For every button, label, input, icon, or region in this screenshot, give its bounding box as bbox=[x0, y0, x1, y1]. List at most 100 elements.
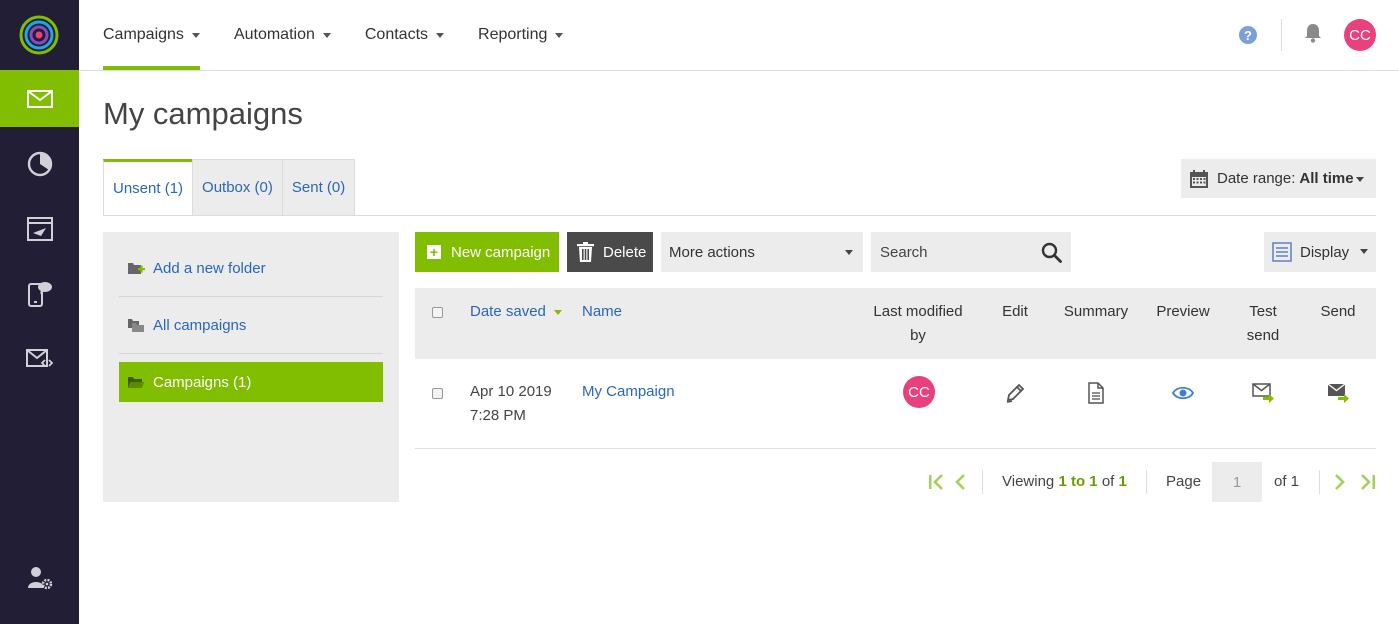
select-all-checkbox[interactable] bbox=[432, 307, 443, 318]
column-label: Test bbox=[1249, 303, 1277, 320]
folder-divider bbox=[119, 353, 383, 354]
first-page-icon[interactable] bbox=[928, 473, 946, 491]
search-icon[interactable] bbox=[1041, 242, 1062, 263]
column-edit: Edit bbox=[1002, 303, 1028, 320]
envelope-icon bbox=[26, 89, 53, 108]
column-date-saved[interactable]: Date saved bbox=[470, 300, 562, 324]
column-label: Last modified bbox=[873, 303, 963, 320]
delete-label: Delete bbox=[603, 243, 647, 261]
edit-pencil-icon[interactable] bbox=[1004, 382, 1026, 404]
menu-automation[interactable]: Automation bbox=[234, 0, 331, 70]
tabs-divider bbox=[103, 215, 1376, 216]
date-range-value: All time bbox=[1299, 170, 1354, 187]
viewing-total: 1 bbox=[1118, 473, 1127, 490]
row-campaign-name[interactable]: My Campaign bbox=[582, 380, 675, 404]
top-right-controls: ? CC bbox=[1239, 0, 1376, 70]
column-last-modified: Last modified by bbox=[863, 300, 973, 348]
folder-item-campaigns[interactable]: Campaigns (1) bbox=[119, 362, 383, 402]
app-logo-icon[interactable] bbox=[19, 15, 59, 55]
last-page-icon[interactable] bbox=[1358, 473, 1376, 491]
rail-item-reporting[interactable] bbox=[0, 135, 79, 192]
pagination-divider bbox=[982, 470, 983, 494]
top-bar: Campaigns Automation Contacts Reporting … bbox=[79, 0, 1399, 71]
display-label: Display bbox=[1300, 243, 1350, 261]
folder-open-icon bbox=[128, 377, 144, 388]
list-view-icon bbox=[1272, 242, 1292, 262]
more-actions-dropdown[interactable]: More actions bbox=[661, 232, 863, 272]
search-input[interactable] bbox=[871, 243, 1031, 261]
summary-document-icon[interactable] bbox=[1087, 382, 1105, 404]
menu-label: Contacts bbox=[364, 26, 429, 43]
help-icon[interactable]: ? bbox=[1239, 26, 1257, 44]
column-name[interactable]: Name bbox=[582, 300, 622, 324]
menu-label: Automation bbox=[233, 26, 315, 43]
menu-label: Reporting bbox=[478, 26, 548, 43]
notifications-bell-icon[interactable] bbox=[1304, 23, 1322, 48]
menu-contacts[interactable]: Contacts bbox=[364, 0, 445, 70]
next-page-icon[interactable] bbox=[1333, 473, 1347, 491]
table-header: Date saved Name Last modified by Edit Sum… bbox=[415, 288, 1376, 359]
user-settings-icon bbox=[27, 566, 52, 589]
page-title: My campaigns bbox=[103, 96, 303, 131]
menu-label: Campaigns bbox=[103, 26, 184, 43]
column-summary: Summary bbox=[1063, 303, 1129, 320]
previous-page-icon[interactable] bbox=[953, 473, 967, 491]
user-avatar[interactable]: CC bbox=[1344, 19, 1376, 51]
top-nav: Campaigns Automation Contacts Reporting bbox=[103, 0, 597, 70]
page-total: of 1 bbox=[1274, 473, 1300, 490]
tab-outbox[interactable]: Outbox (0) bbox=[192, 159, 283, 216]
chevron-down-icon bbox=[845, 250, 853, 255]
menu-campaigns[interactable]: Campaigns bbox=[103, 0, 200, 70]
menu-reporting[interactable]: Reporting bbox=[478, 0, 564, 70]
chevron-down-icon bbox=[191, 32, 200, 38]
add-folder-icon bbox=[128, 263, 145, 274]
row-date: Apr 10 2019 7:28 PM bbox=[470, 380, 552, 428]
viewing-to: 1 bbox=[1089, 473, 1098, 490]
trash-icon bbox=[577, 242, 594, 262]
rail-item-user-settings[interactable] bbox=[0, 549, 79, 606]
rail-item-sms[interactable] bbox=[0, 265, 79, 322]
column-send: Send bbox=[1320, 303, 1356, 320]
left-rail bbox=[0, 0, 79, 624]
viewing-to-label: to bbox=[1070, 473, 1086, 490]
pagination-divider bbox=[1146, 470, 1147, 494]
column-label: Date saved bbox=[470, 303, 546, 320]
automation-window-icon bbox=[26, 216, 53, 241]
tab-sent[interactable]: Sent (0) bbox=[281, 159, 356, 216]
viewing-range: Viewing 1 to 1 of 1 bbox=[1002, 462, 1127, 502]
app: Campaigns Automation Contacts Reporting … bbox=[0, 0, 1399, 624]
divider bbox=[1281, 19, 1282, 51]
page-number-input[interactable] bbox=[1212, 462, 1262, 502]
date-range-dropdown[interactable]: Date range: All time bbox=[1181, 159, 1376, 198]
chevron-down-icon bbox=[1356, 177, 1364, 182]
rail-item-transactional[interactable] bbox=[0, 330, 79, 387]
add-folder-label: Add a new folder bbox=[153, 259, 266, 277]
column-label: by bbox=[910, 327, 926, 344]
add-folder-link[interactable]: Add a new folder bbox=[119, 248, 383, 288]
column-preview: Preview bbox=[1156, 303, 1210, 320]
chevron-down-icon bbox=[322, 32, 331, 38]
display-dropdown[interactable]: Display bbox=[1264, 232, 1376, 272]
sort-desc-icon bbox=[553, 309, 562, 315]
test-send-icon[interactable] bbox=[1252, 383, 1274, 403]
column-test-send: Test send bbox=[1236, 300, 1290, 348]
send-icon[interactable] bbox=[1327, 383, 1349, 403]
rail-item-campaigns[interactable] bbox=[0, 70, 79, 127]
tab-unsent[interactable]: Unsent (1) bbox=[103, 159, 194, 216]
campaign-tabs: Unsent (1) Outbox (0) Sent (0) bbox=[103, 159, 356, 216]
mobile-message-icon bbox=[27, 281, 52, 307]
folder-item-label: Campaigns (1) bbox=[153, 373, 252, 391]
new-campaign-button[interactable]: + New campaign bbox=[415, 232, 559, 272]
row-time-text: 7:28 PM bbox=[470, 407, 526, 424]
viewing-from: 1 bbox=[1058, 473, 1067, 490]
row-checkbox[interactable] bbox=[432, 388, 443, 399]
pie-chart-icon bbox=[27, 151, 52, 176]
plus-icon: + bbox=[427, 245, 441, 259]
delete-button[interactable]: Delete bbox=[567, 232, 653, 272]
viewing-label: Viewing bbox=[1002, 473, 1055, 490]
preview-eye-icon[interactable] bbox=[1172, 384, 1194, 402]
rail-item-automation[interactable] bbox=[0, 200, 79, 257]
email-code-icon bbox=[25, 348, 53, 367]
all-campaigns-link[interactable]: All campaigns bbox=[119, 305, 383, 345]
chevron-down-icon bbox=[1360, 249, 1368, 254]
